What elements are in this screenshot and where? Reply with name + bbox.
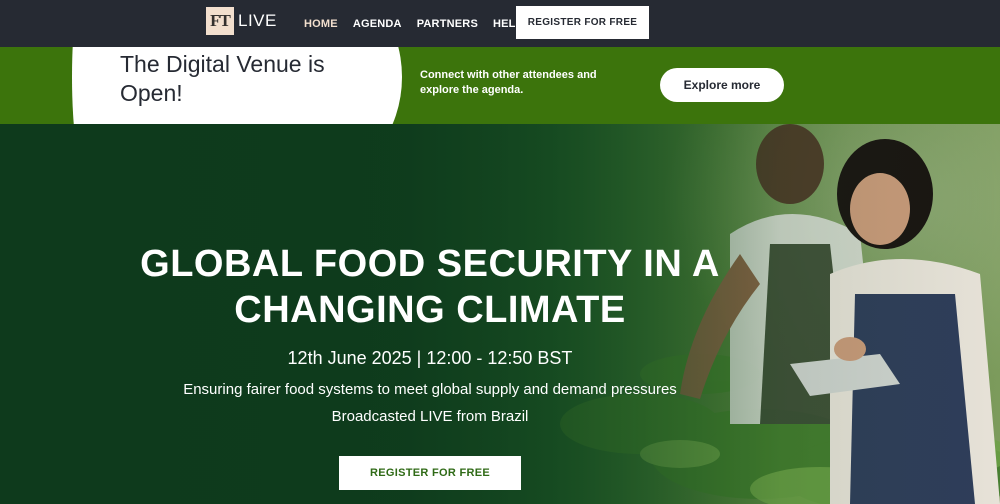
live-logo-text: LIVE <box>238 11 277 30</box>
main-nav-links: HOME AGENDA PARTNERS HELP <box>304 0 538 47</box>
nav-link-partners[interactable]: PARTNERS <box>417 18 478 30</box>
ft-logo-mark: FT <box>206 7 234 35</box>
nav-link-home[interactable]: HOME <box>304 18 338 30</box>
top-navigation-bar: FT LIVE HOME AGENDA PARTNERS HELP REGIST… <box>0 0 1000 47</box>
event-broadcast-location: Broadcasted LIVE from Brazil <box>331 408 529 425</box>
hero-title: GLOBAL FOOD SECURITY IN A CHANGING CLIMA… <box>140 243 720 331</box>
venue-banner-title: The Digital Venue is Open! <box>120 51 325 106</box>
event-date-time: 12th June 2025 | 12:00 - 12:50 BST <box>287 348 573 368</box>
nav-link-agenda[interactable]: AGENDA <box>353 18 402 30</box>
hero-section: GLOBAL FOOD SECURITY IN A CHANGING CLIMA… <box>0 124 1000 504</box>
ft-live-logo[interactable]: FT LIVE <box>206 7 277 35</box>
hero-register-button[interactable]: REGISTER FOR FREE <box>339 456 521 490</box>
venue-banner-text: Connect with other attendees and explore… <box>420 69 597 96</box>
nav-register-button[interactable]: REGISTER FOR FREE <box>516 6 649 39</box>
event-subtitle: Ensuring fairer food systems to meet glo… <box>183 381 677 398</box>
explore-more-button[interactable]: Explore more <box>660 68 784 102</box>
digital-venue-banner: The Digital Venue is Open! Connect with … <box>0 47 1000 124</box>
